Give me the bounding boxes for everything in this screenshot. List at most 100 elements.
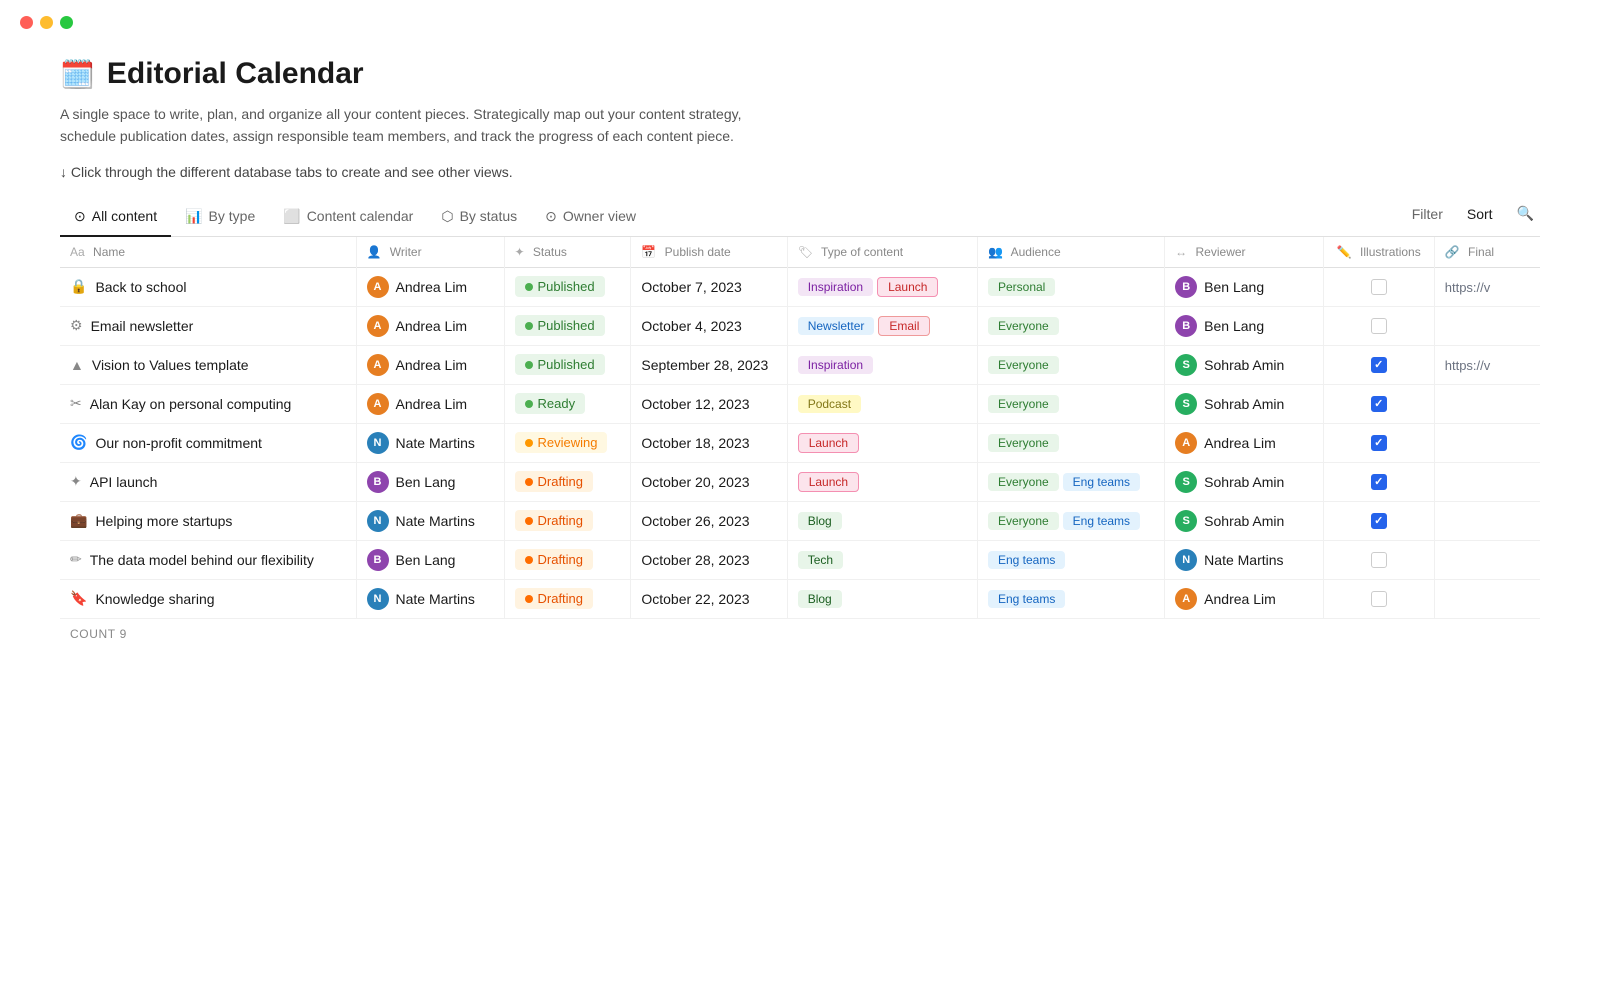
illustrations-checkbox[interactable] <box>1371 279 1387 295</box>
cell-type[interactable]: Podcast <box>787 384 977 423</box>
sort-button[interactable]: Sort <box>1461 202 1499 226</box>
type-tag: Launch <box>798 433 859 453</box>
type-tag: Inspiration <box>798 278 873 296</box>
col-header-final[interactable]: 🔗 Final <box>1434 237 1540 268</box>
table-wrapper: Aa Name 👤 Writer ✦ Status 📅 Publish date <box>60 237 1540 649</box>
filter-button[interactable]: Filter <box>1406 202 1449 226</box>
cell-illustrations[interactable] <box>1323 423 1434 462</box>
cell-name[interactable]: ⚙Email newsletter <box>60 306 356 345</box>
close-button[interactable] <box>20 16 33 29</box>
col-header-audience[interactable]: 👥 Audience <box>977 237 1164 268</box>
cell-reviewer[interactable]: BBen Lang <box>1165 306 1324 345</box>
maximize-button[interactable] <box>60 16 73 29</box>
tab-content-calendar[interactable]: ⬜ Content calendar <box>269 200 427 237</box>
cell-writer[interactable]: AAndrea Lim <box>356 345 504 384</box>
col-header-publish-date[interactable]: 📅 Publish date <box>631 237 787 268</box>
type-tag: Blog <box>798 590 842 608</box>
cell-audience[interactable]: Everyone <box>977 345 1164 384</box>
cell-name[interactable]: 🌀Our non-profit commitment <box>60 423 356 462</box>
minimize-button[interactable] <box>40 16 53 29</box>
cell-type[interactable]: NewsletterEmail <box>787 306 977 345</box>
cell-reviewer[interactable]: SSohrab Amin <box>1165 345 1324 384</box>
cell-status[interactable]: Ready <box>504 384 631 423</box>
cell-status[interactable]: Drafting <box>504 540 631 579</box>
cell-name[interactable]: 🔖Knowledge sharing <box>60 579 356 618</box>
illustrations-checkbox[interactable] <box>1371 513 1387 529</box>
table-row: 🔒Back to schoolAAndrea LimPublishedOctob… <box>60 267 1540 306</box>
cell-audience[interactable]: EveryoneEng teams <box>977 462 1164 501</box>
cell-illustrations[interactable] <box>1323 306 1434 345</box>
col-header-writer[interactable]: 👤 Writer <box>356 237 504 268</box>
tab-by-status[interactable]: ⬡ By status <box>427 200 531 237</box>
cell-illustrations[interactable] <box>1323 384 1434 423</box>
reviewer-name: Sohrab Amin <box>1204 396 1284 412</box>
cell-illustrations[interactable] <box>1323 579 1434 618</box>
cell-status[interactable]: Drafting <box>504 462 631 501</box>
cell-audience[interactable]: Eng teams <box>977 540 1164 579</box>
cell-reviewer[interactable]: SSohrab Amin <box>1165 462 1324 501</box>
cell-illustrations[interactable] <box>1323 540 1434 579</box>
cell-status[interactable]: Reviewing <box>504 423 631 462</box>
cell-writer[interactable]: BBen Lang <box>356 462 504 501</box>
cell-reviewer[interactable]: SSohrab Amin <box>1165 501 1324 540</box>
col-header-reviewer[interactable]: ↔ Reviewer <box>1165 237 1324 268</box>
illustrations-checkbox[interactable] <box>1371 357 1387 373</box>
cell-type[interactable]: Blog <box>787 579 977 618</box>
cell-writer[interactable]: NNate Martins <box>356 501 504 540</box>
illustrations-checkbox[interactable] <box>1371 318 1387 334</box>
cell-audience[interactable]: Eng teams <box>977 579 1164 618</box>
page-header: 🗓️ Editorial Calendar <box>60 57 1540 91</box>
tab-by-type[interactable]: 📊 By type <box>171 200 269 237</box>
tab-owner-view[interactable]: ⊙ Owner view <box>531 200 650 237</box>
col-header-illustrations[interactable]: ✏️ Illustrations <box>1323 237 1434 268</box>
illustrations-checkbox[interactable] <box>1371 552 1387 568</box>
illustrations-checkbox[interactable] <box>1371 591 1387 607</box>
col-header-name[interactable]: Aa Name <box>60 237 356 268</box>
cell-name[interactable]: 🔒Back to school <box>60 267 356 306</box>
cell-type[interactable]: Inspiration <box>787 345 977 384</box>
col-header-status[interactable]: ✦ Status <box>504 237 631 268</box>
cell-status[interactable]: Drafting <box>504 501 631 540</box>
cell-reviewer[interactable]: AAndrea Lim <box>1165 579 1324 618</box>
cell-illustrations[interactable] <box>1323 345 1434 384</box>
cell-reviewer[interactable]: SSohrab Amin <box>1165 384 1324 423</box>
cell-writer[interactable]: AAndrea Lim <box>356 384 504 423</box>
cell-status[interactable]: Drafting <box>504 579 631 618</box>
cell-audience[interactable]: Everyone <box>977 306 1164 345</box>
cell-audience[interactable]: EveryoneEng teams <box>977 501 1164 540</box>
cell-name[interactable]: ✏The data model behind our flexibility <box>60 540 356 579</box>
cell-audience[interactable]: Personal <box>977 267 1164 306</box>
cell-writer[interactable]: AAndrea Lim <box>356 306 504 345</box>
cell-type[interactable]: Tech <box>787 540 977 579</box>
cell-status[interactable]: Published <box>504 267 631 306</box>
cell-illustrations[interactable] <box>1323 501 1434 540</box>
cell-writer[interactable]: BBen Lang <box>356 540 504 579</box>
cell-illustrations[interactable] <box>1323 267 1434 306</box>
illustrations-checkbox[interactable] <box>1371 474 1387 490</box>
illustrations-checkbox[interactable] <box>1371 396 1387 412</box>
cell-type[interactable]: Launch <box>787 423 977 462</box>
search-button[interactable]: 🔍 <box>1511 201 1540 226</box>
cell-writer[interactable]: NNate Martins <box>356 423 504 462</box>
cell-status[interactable]: Published <box>504 345 631 384</box>
tab-all-content[interactable]: ⊙ All content <box>60 200 171 237</box>
illustrations-checkbox[interactable] <box>1371 435 1387 451</box>
cell-type[interactable]: InspirationLaunch <box>787 267 977 306</box>
cell-writer[interactable]: AAndrea Lim <box>356 267 504 306</box>
cell-audience[interactable]: Everyone <box>977 384 1164 423</box>
col-header-type[interactable]: 🏷 Type of content <box>787 237 977 268</box>
cell-status[interactable]: Published <box>504 306 631 345</box>
cell-name[interactable]: ▲Vision to Values template <box>60 345 356 384</box>
cell-audience[interactable]: Everyone <box>977 423 1164 462</box>
cell-reviewer[interactable]: BBen Lang <box>1165 267 1324 306</box>
cell-type[interactable]: Blog <box>787 501 977 540</box>
cell-name[interactable]: ✦API launch <box>60 462 356 501</box>
cell-writer[interactable]: NNate Martins <box>356 579 504 618</box>
cell-illustrations[interactable] <box>1323 462 1434 501</box>
cell-reviewer[interactable]: NNate Martins <box>1165 540 1324 579</box>
cell-type[interactable]: Launch <box>787 462 977 501</box>
cell-name[interactable]: ✂Alan Kay on personal computing <box>60 384 356 423</box>
cell-reviewer[interactable]: AAndrea Lim <box>1165 423 1324 462</box>
reviewer-name: Nate Martins <box>1204 552 1283 568</box>
cell-name[interactable]: 💼Helping more startups <box>60 501 356 540</box>
